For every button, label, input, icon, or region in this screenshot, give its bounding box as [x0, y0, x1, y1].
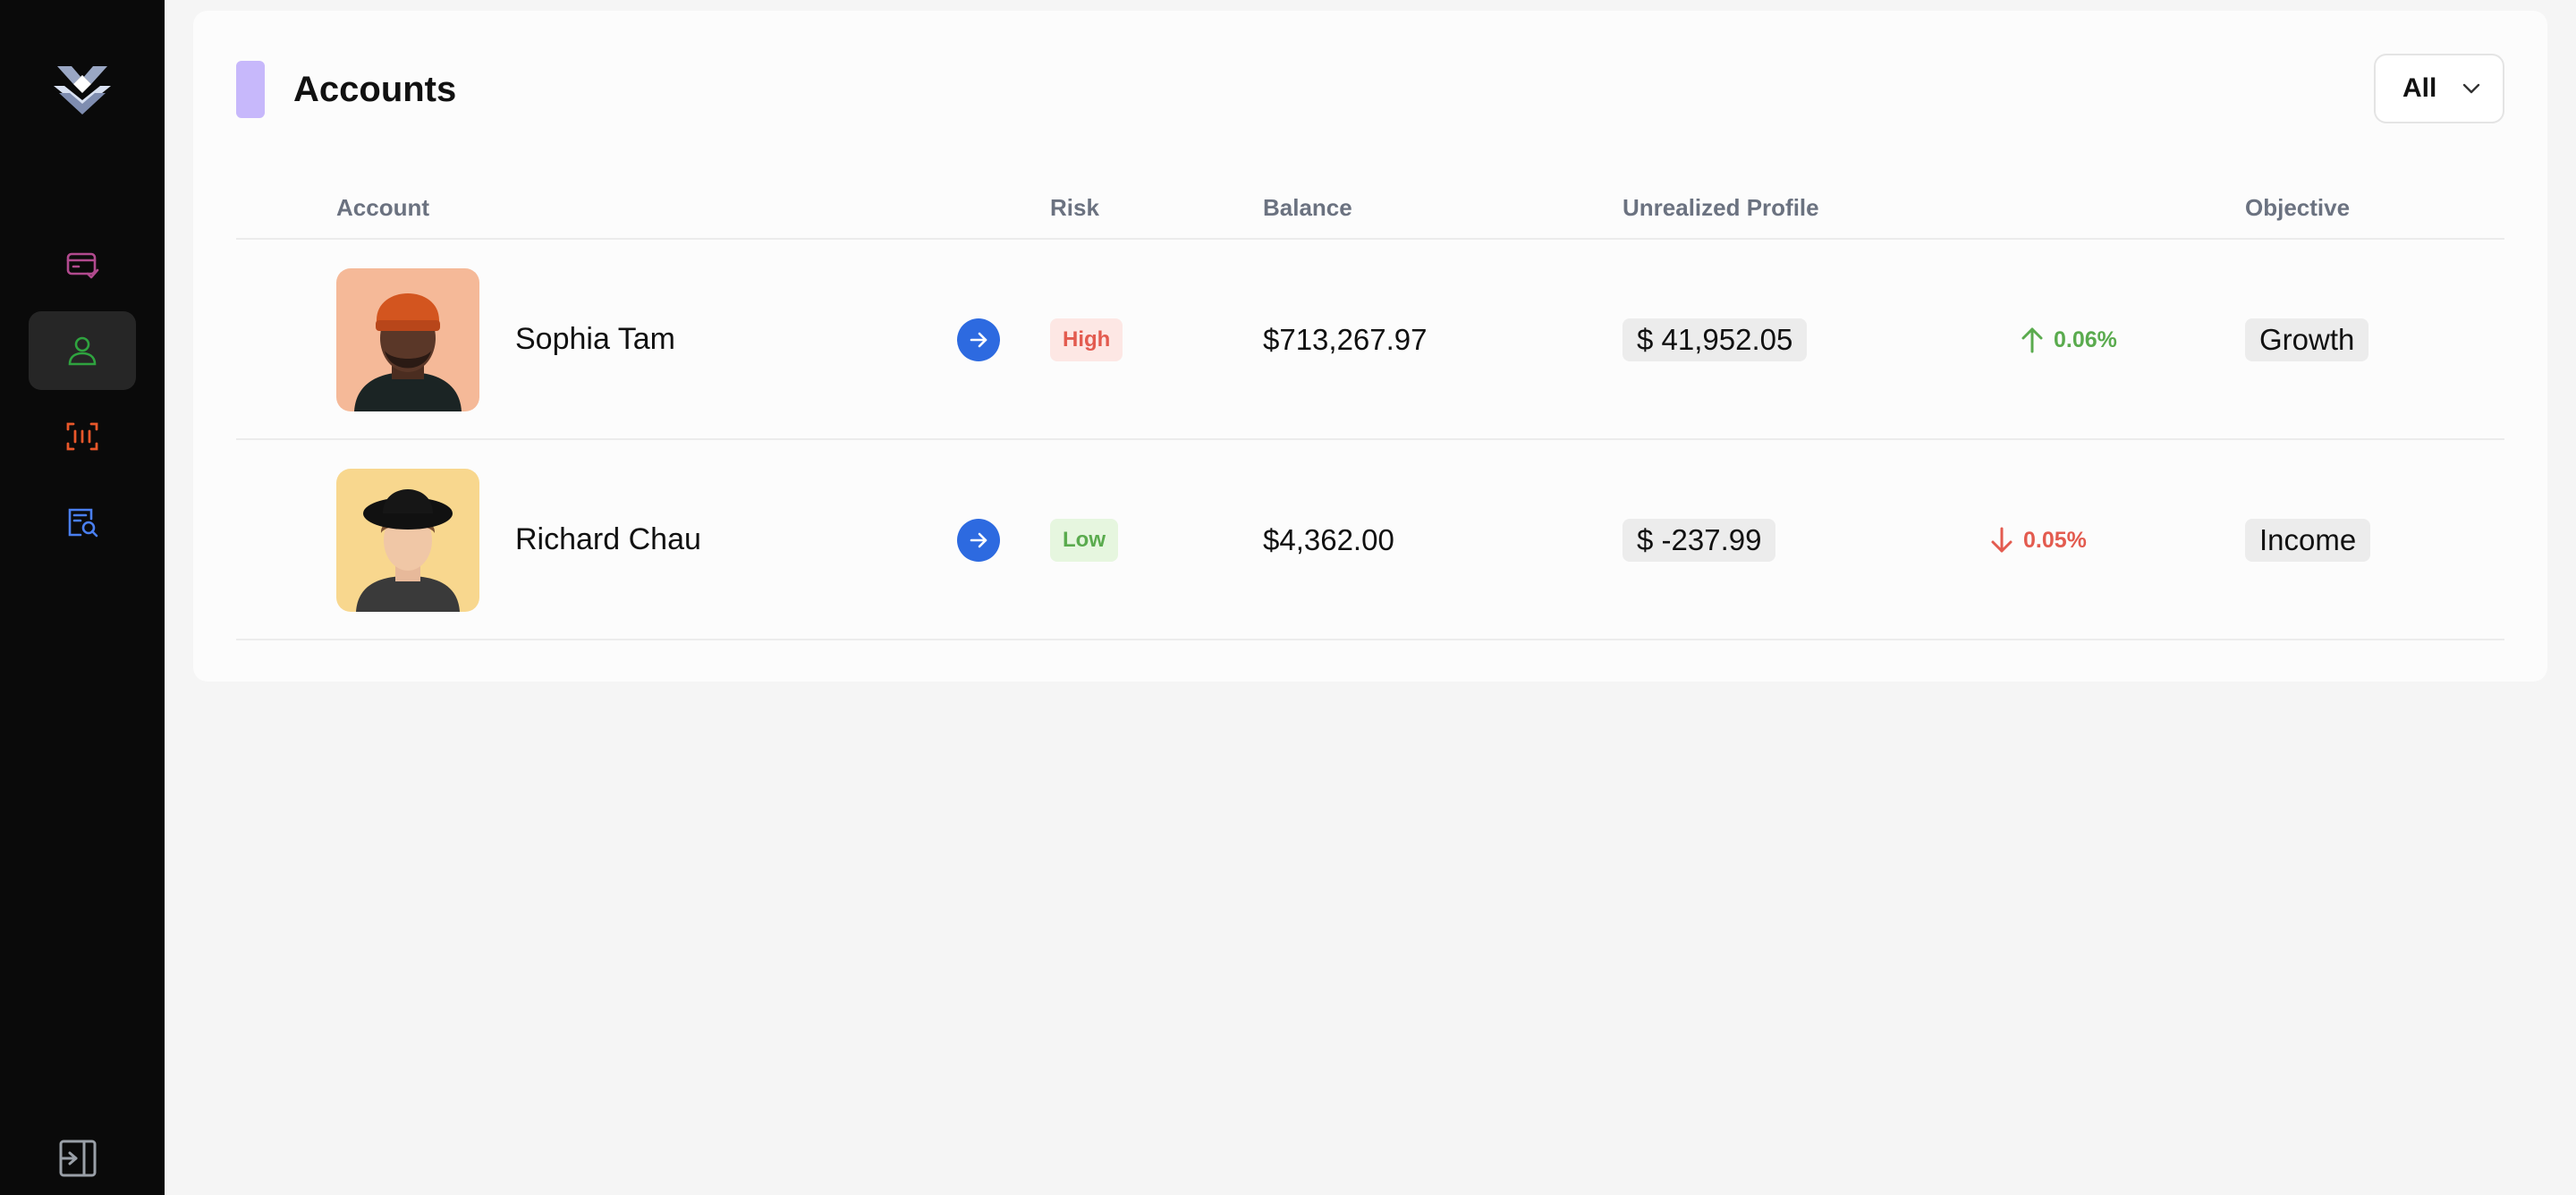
scan-icon: [66, 422, 98, 451]
sidebar-item-cards[interactable]: [29, 225, 136, 304]
column-header-risk[interactable]: Risk: [1050, 193, 1099, 222]
change-indicator: 0.06%: [2020, 320, 2117, 360]
accounts-card: Accounts All Account Risk Balance Unreal…: [193, 11, 2547, 682]
change-percent: 0.05%: [2023, 528, 2087, 553]
user-icon: [68, 336, 97, 366]
table-row[interactable]: Sophia Tam High $713,267.97 $ 41,952.05 …: [193, 240, 2547, 440]
open-account-button[interactable]: [957, 318, 1000, 361]
arrow-down-icon: [1991, 527, 2012, 553]
balance-value: $713,267.97: [1263, 323, 1428, 356]
report-search-icon: [68, 508, 98, 538]
sidebar-item-scan[interactable]: [29, 397, 136, 476]
column-header-account[interactable]: Account: [336, 193, 429, 222]
change-indicator: 0.05%: [1989, 521, 2087, 560]
sidebar-item-reports[interactable]: [29, 483, 136, 562]
open-account-button[interactable]: [957, 519, 1000, 562]
title-accent: [236, 61, 265, 118]
objective-badge: Income: [2245, 519, 2371, 562]
unrealized-value: $ -237.99: [1623, 519, 1776, 562]
risk-badge: High: [1050, 318, 1123, 361]
chevron-down-icon: [2462, 83, 2480, 94]
arrow-up-icon: [2021, 327, 2043, 353]
column-header-unrealized[interactable]: Unrealized Profile: [1623, 193, 1819, 222]
unrealized-value: $ 41,952.05: [1623, 318, 1808, 361]
sidebar-item-accounts[interactable]: [29, 311, 136, 390]
risk-badge: Low: [1050, 519, 1118, 562]
arrow-right-icon: [970, 532, 987, 548]
page-title: Accounts: [293, 70, 457, 109]
filter-value: All: [2402, 73, 2437, 103]
card-check-icon: [66, 252, 99, 279]
logo-icon: [54, 66, 111, 114]
objective-badge: Growth: [2245, 318, 2369, 361]
arrow-right-icon: [970, 332, 987, 348]
change-percent: 0.06%: [2054, 327, 2117, 352]
account-name[interactable]: Richard Chau: [515, 521, 701, 558]
account-name[interactable]: Sophia Tam: [515, 320, 675, 358]
row-divider: [236, 639, 2504, 640]
avatar: [336, 268, 479, 411]
logout-icon[interactable]: [57, 1138, 98, 1179]
sidebar: [0, 0, 165, 1195]
table-row[interactable]: Richard Chau Low $4,362.00 $ -237.99 0.0…: [193, 440, 2547, 640]
column-header-objective[interactable]: Objective: [2245, 193, 2350, 222]
column-header-balance[interactable]: Balance: [1263, 193, 1352, 222]
balance-value: $4,362.00: [1263, 523, 1394, 556]
filter-dropdown[interactable]: All: [2374, 54, 2504, 123]
avatar: [336, 469, 479, 612]
